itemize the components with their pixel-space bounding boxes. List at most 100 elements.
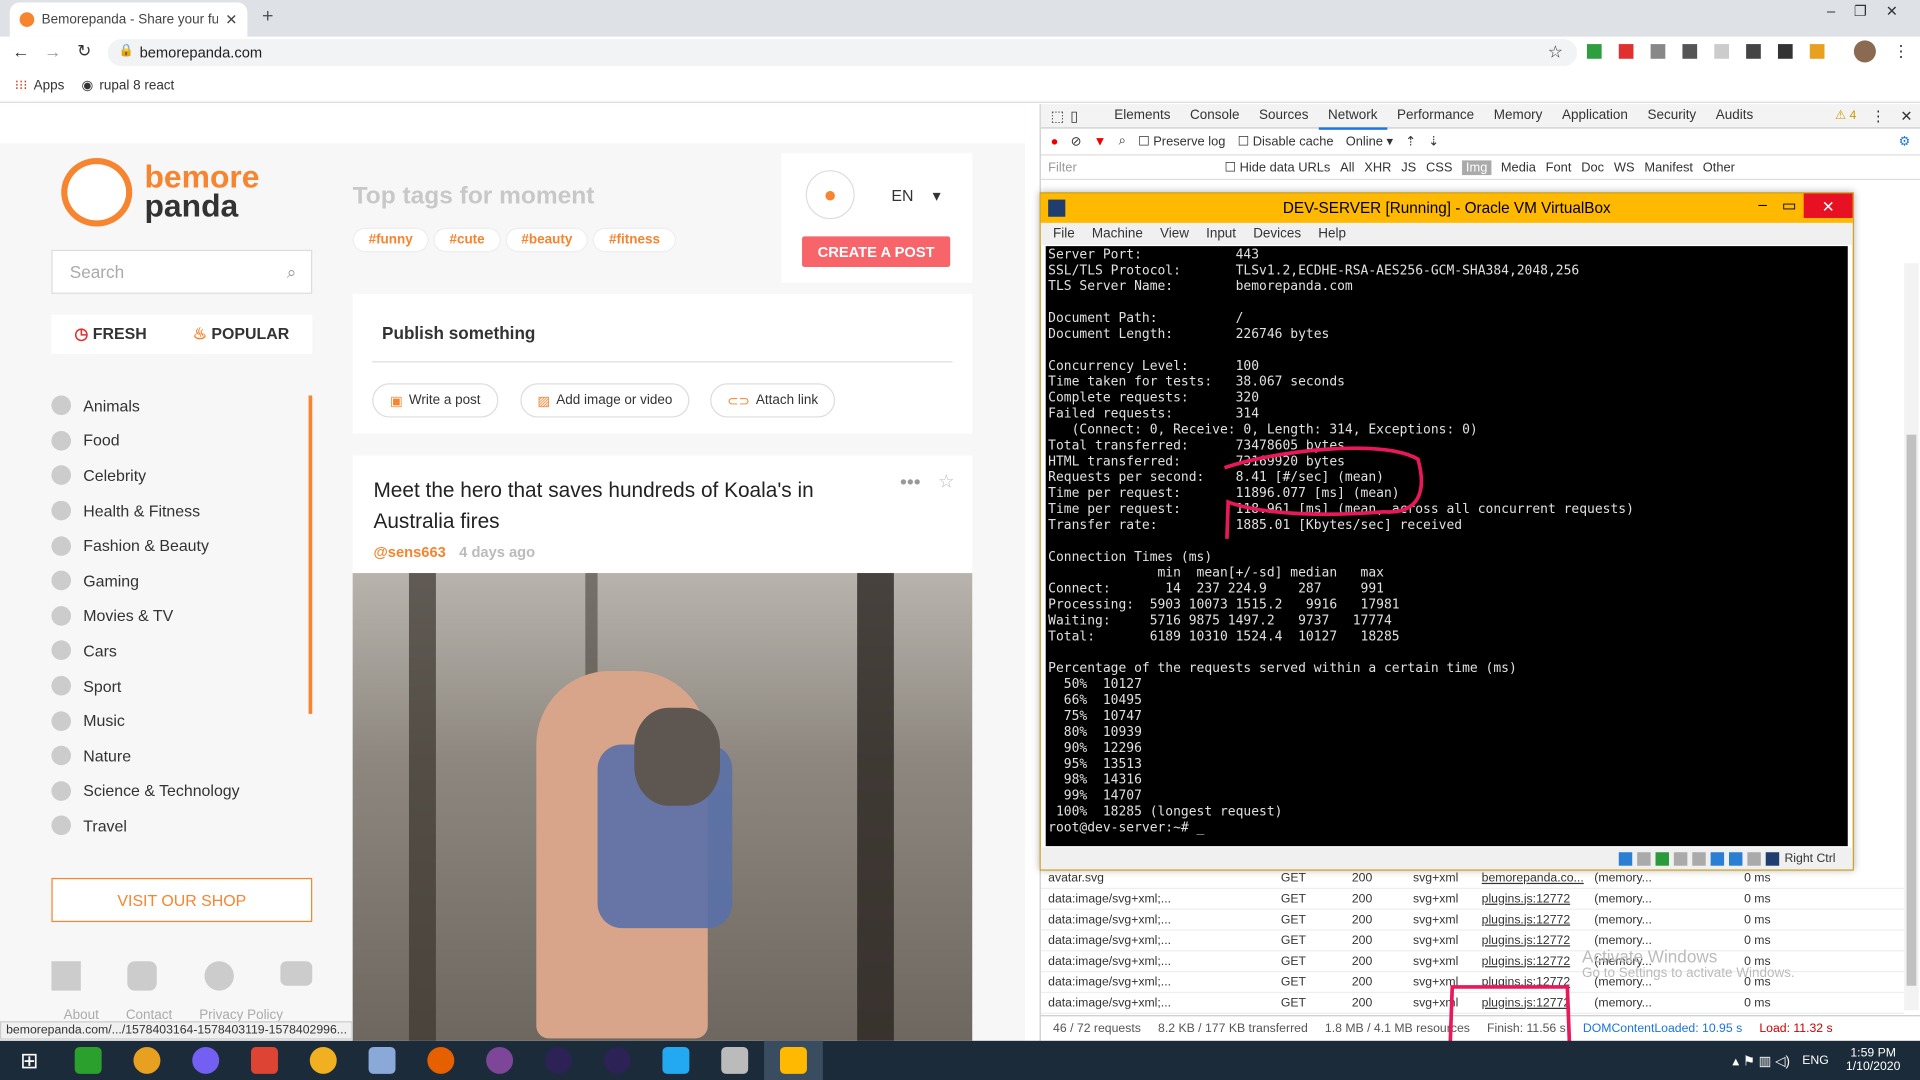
visit-shop-button[interactable]: VISIT OUR SHOP (51, 877, 313, 923)
category-item[interactable]: Movies & TV (51, 598, 312, 633)
taskbar-tor[interactable] (470, 1041, 529, 1080)
close-window-icon[interactable]: ✕ (1886, 2, 1898, 19)
filter-icon[interactable]: ▼ (1094, 134, 1107, 149)
youtube-icon[interactable] (280, 961, 313, 986)
category-item[interactable]: Travel (51, 808, 312, 843)
star-icon[interactable]: ☆ (1548, 42, 1563, 63)
category-item[interactable]: Celebrity (51, 458, 312, 493)
address-bar[interactable]: bemorepanda.com (107, 39, 1578, 67)
language-select[interactable]: EN ▾ (891, 186, 940, 206)
taskbar-virtualbox[interactable] (353, 1041, 412, 1080)
reload-icon[interactable]: ↻ (77, 40, 91, 61)
filter-type-media[interactable]: Media (1501, 160, 1536, 175)
filter-type-manifest[interactable]: Manifest (1644, 160, 1693, 175)
profile-avatar[interactable] (1853, 40, 1876, 63)
vm-menu-view[interactable]: View (1160, 227, 1189, 242)
taskbar-chrome[interactable] (118, 1041, 177, 1080)
vm-menu-help[interactable]: Help (1318, 227, 1346, 242)
taskbar-vscode[interactable] (647, 1041, 706, 1080)
add-media-button[interactable]: ▨ Add image or video (520, 383, 690, 418)
clear-icon[interactable]: ⊘ (1071, 134, 1082, 149)
post-menu-icon[interactable]: ••• (900, 473, 921, 495)
devtools-tab-application[interactable]: Application (1552, 102, 1638, 129)
import-icon[interactable]: ⇡ (1405, 134, 1416, 149)
taskbar-cube[interactable] (235, 1041, 294, 1080)
taskbar-vbox-vm[interactable] (764, 1040, 823, 1080)
preserve-log-checkbox[interactable]: ☐ Preserve log (1138, 134, 1225, 149)
tray-clock[interactable]: 1:59 PM 1/10/2020 (1846, 1047, 1900, 1074)
new-tab-icon[interactable]: + (262, 6, 273, 28)
forward-icon[interactable]: → (44, 42, 61, 62)
tag-funny[interactable]: #funny (352, 227, 429, 253)
fresh-button[interactable]: ◷ FRESH (74, 324, 146, 344)
back-icon[interactable]: ← (12, 42, 29, 62)
inspect-icon[interactable]: ⬚ (1051, 107, 1071, 124)
record-icon[interactable]: ● (1051, 134, 1059, 149)
category-item[interactable]: Food (51, 423, 312, 458)
post-image[interactable] (352, 573, 973, 1041)
filter-type-img[interactable]: Img (1462, 159, 1492, 175)
write-post-button[interactable]: ▣ Write a post (372, 383, 499, 418)
taskbar-chrome-canary[interactable] (294, 1041, 353, 1080)
category-item[interactable]: Gaming (51, 563, 312, 598)
category-item[interactable]: Animals (51, 388, 312, 423)
filter-type-js[interactable]: JS (1401, 160, 1416, 175)
filter-type-other[interactable]: Other (1703, 160, 1735, 175)
twitter-icon[interactable] (204, 961, 234, 991)
filter-type-all[interactable]: All (1340, 160, 1354, 175)
bookmark-rupal[interactable]: ◉ rupal 8 react (82, 77, 175, 93)
popular-button[interactable]: ♨ POPULAR (193, 324, 290, 344)
network-row[interactable]: data:image/svg+xml;... GET 200 svg+xml plugi… (1040, 910, 1905, 931)
facebook-icon[interactable] (51, 961, 81, 991)
vm-status-icons[interactable] (1619, 851, 1780, 866)
device-toolbar-icon[interactable]: ▯ (1070, 107, 1104, 124)
start-button[interactable]: ⊞ (0, 1041, 59, 1080)
tray-language[interactable]: ENG (1802, 1054, 1829, 1067)
category-item[interactable]: Science & Technology (51, 773, 312, 808)
tag-cute[interactable]: #cute (433, 227, 501, 253)
menu-icon[interactable]: ⋮ (1893, 42, 1909, 62)
category-item[interactable]: Health & Fitness (51, 493, 312, 528)
network-row[interactable]: data:image/svg+xml;... GET 200 svg+xml plugi… (1040, 993, 1905, 1014)
category-item[interactable]: Nature (51, 738, 312, 773)
hide-data-urls-checkbox[interactable]: ☐ Hide data URLs (1224, 160, 1330, 175)
category-item[interactable]: Music (51, 703, 312, 738)
user-avatar[interactable]: ● (805, 170, 855, 220)
bookmark-apps[interactable]: ⁝⁝⁝ Apps (15, 77, 65, 93)
site-search-input[interactable]: Search ⌕ (51, 249, 313, 294)
site-logo[interactable]: bemore panda (61, 156, 281, 229)
settings-gear-icon[interactable]: ⚙ (1899, 134, 1911, 149)
disable-cache-checkbox[interactable]: ☐ Disable cache (1238, 134, 1334, 149)
devtools-tab-memory[interactable]: Memory (1484, 102, 1552, 129)
vm-close-button[interactable]: ✕ (1803, 193, 1853, 218)
filter-input[interactable]: Filter (1048, 160, 1215, 175)
filter-type-ws[interactable]: WS (1614, 160, 1635, 175)
search-network-icon[interactable]: ⌕ (1119, 133, 1126, 149)
category-item[interactable]: Sport (51, 668, 312, 703)
vm-menu-file[interactable]: File (1053, 227, 1075, 242)
network-row[interactable]: avatar.svg GET 200 svg+xml bemorepanda.co...… (1040, 868, 1905, 889)
devtools-menu-icon[interactable]: ⋮ (1871, 107, 1886, 124)
filter-type-css[interactable]: CSS (1426, 160, 1452, 175)
post-title[interactable]: Meet the hero that saves hundreds of Koa… (373, 475, 838, 536)
browser-tab[interactable]: Bemorepanda - Share your funny ✕ (9, 2, 248, 37)
devtools-tab-elements[interactable]: Elements (1104, 102, 1180, 129)
devtools-tab-console[interactable]: Console (1180, 102, 1249, 129)
create-post-button[interactable]: CREATE A POST (802, 236, 951, 267)
taskbar-viber[interactable] (176, 1041, 235, 1080)
warning-count[interactable]: ⚠ 4 (1835, 109, 1856, 122)
favorite-star-icon[interactable]: ☆ (938, 470, 954, 492)
devtools-tab-network[interactable]: Network (1318, 102, 1388, 130)
devtools-tab-audits[interactable]: Audits (1706, 102, 1763, 129)
throttle-select[interactable]: Online ▾ (1346, 134, 1393, 149)
vm-maximize-icon[interactable]: ▭ (1782, 196, 1796, 214)
taskbar-firefox[interactable] (411, 1041, 470, 1080)
vm-menu-devices[interactable]: Devices (1253, 227, 1301, 242)
close-tab-icon[interactable]: ✕ (225, 11, 237, 28)
tag-beauty[interactable]: #beauty (505, 227, 589, 253)
attach-link-button[interactable]: ⊂⊃ Attach link (710, 383, 836, 418)
devtools-tab-sources[interactable]: Sources (1249, 102, 1318, 129)
devtools-scrollbar[interactable] (1904, 263, 1919, 1011)
vm-titlebar[interactable]: DEV-SERVER [Running] - Oracle VM Virtual… (1040, 193, 1853, 223)
post-author[interactable]: @sens663 (373, 544, 445, 561)
